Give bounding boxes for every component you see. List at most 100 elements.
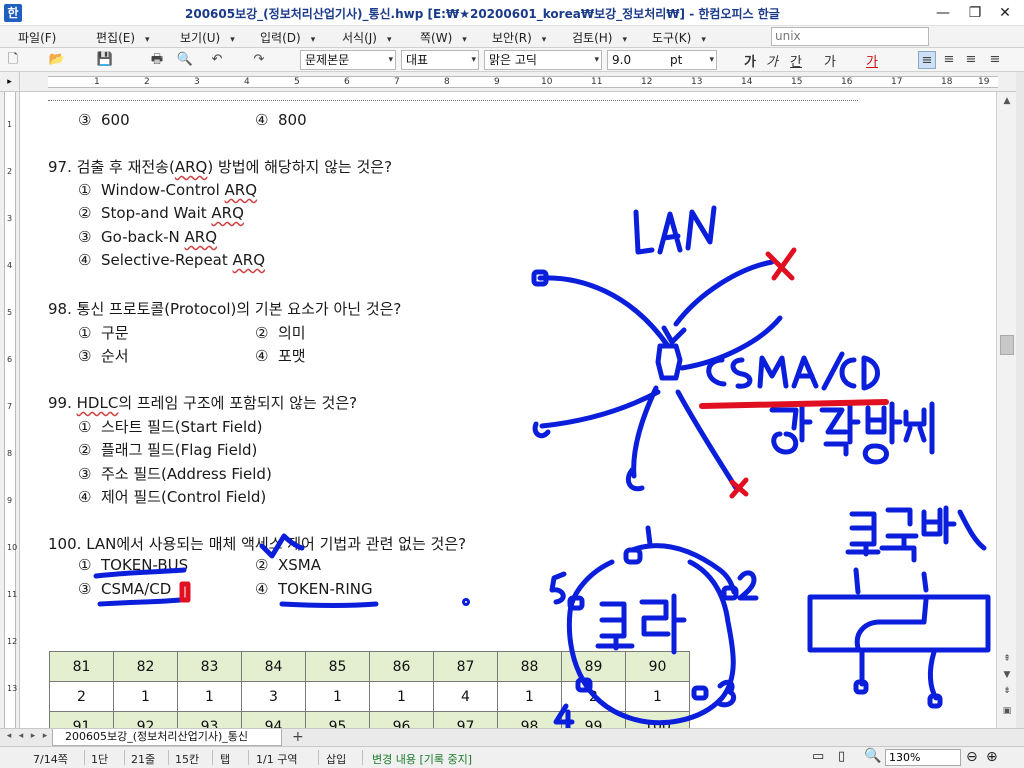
table-cell: 3 bbox=[241, 681, 306, 712]
ink-star-branch bbox=[679, 315, 783, 371]
tab-document[interactable]: 200605보강_(정보처리산업기사)_통신 bbox=[52, 729, 282, 746]
status-insert-mode[interactable]: 삽입 bbox=[326, 751, 346, 767]
menu-page-label: 쪽(W) bbox=[420, 31, 453, 45]
horizontal-ruler[interactable]: ▸ 1 2 3 4 5 6 7 8 9 10 11 12 13 14 15 16… bbox=[0, 72, 1024, 92]
status-section[interactable]: 1/1 구역 bbox=[256, 751, 297, 767]
status-tab[interactable]: 탭 bbox=[220, 751, 230, 767]
status-divider bbox=[168, 750, 169, 765]
minimize-button[interactable]: — bbox=[928, 2, 958, 24]
scroll-up-icon[interactable]: ▲ bbox=[999, 94, 1015, 108]
menu-security[interactable]: 보안(R) ▾ bbox=[492, 29, 546, 46]
ruler-mark: 5 bbox=[7, 308, 13, 317]
vertical-scrollbar[interactable]: ▲ ⇞ ▼ ⇟ ▣ bbox=[996, 92, 1016, 728]
new-document-icon[interactable]: 🗋 bbox=[4, 51, 22, 69]
q98-option-3: ③ 순서 bbox=[78, 345, 129, 366]
status-divider bbox=[212, 750, 213, 765]
align-justify-icon[interactable]: ≡ bbox=[918, 51, 936, 69]
table-cell: 1 bbox=[177, 681, 242, 712]
ruler-mark: 4 bbox=[7, 261, 13, 270]
redo-icon[interactable]: ↷ bbox=[250, 51, 268, 69]
font-size-select[interactable]: 9.0 pt ▾ bbox=[607, 50, 717, 70]
view-mode-icon[interactable]: ▣ bbox=[999, 704, 1015, 718]
style-select[interactable]: 문제본문 ▾ bbox=[300, 50, 396, 70]
option-text: 스타트 필드(Start Field) bbox=[101, 418, 263, 436]
menu-file[interactable]: 파일(F) bbox=[18, 29, 56, 46]
status-page[interactable]: 7/14쪽 bbox=[33, 751, 68, 767]
menu-view[interactable]: 보기(U) ▾ bbox=[180, 29, 235, 46]
chevron-down-icon: ▾ bbox=[594, 55, 599, 65]
page-up-icon[interactable]: ⇞ bbox=[999, 652, 1015, 666]
font-color-button[interactable]: 가 bbox=[862, 51, 882, 70]
page-top-divider bbox=[48, 100, 858, 101]
table-cell: 88 bbox=[497, 651, 562, 682]
scroll-thumb[interactable] bbox=[1000, 335, 1014, 355]
menu-review[interactable]: 검토(H) ▾ bbox=[572, 29, 627, 46]
chevron-down-icon: ▾ bbox=[386, 35, 392, 45]
q100-option-1: ① TOKEN-BUS bbox=[78, 556, 188, 574]
font-language-select[interactable]: 대표 ▾ bbox=[401, 50, 479, 70]
table-cell: 1 bbox=[625, 681, 690, 712]
table-cell: 1 bbox=[113, 681, 178, 712]
ink-ring-label bbox=[549, 571, 567, 605]
vertical-ruler[interactable]: 1 2 3 4 5 6 7 8 9 10 11 12 13 bbox=[0, 92, 20, 728]
undo-icon[interactable]: ↶ bbox=[208, 51, 226, 69]
menu-search-input[interactable]: unix bbox=[771, 27, 929, 46]
save-icon[interactable]: 💾 bbox=[96, 51, 114, 69]
hancom-app-icon[interactable]: 한 bbox=[4, 4, 22, 22]
align-center-icon[interactable]: ≡ bbox=[962, 51, 980, 69]
italic-button[interactable]: 가 bbox=[762, 51, 782, 70]
font-select[interactable]: 맑은 고딕 ▾ bbox=[484, 50, 602, 70]
table-cell: 92 bbox=[113, 711, 178, 728]
ink-cross-mark bbox=[765, 247, 797, 281]
ink-handwriting-token-ring bbox=[595, 593, 687, 655]
tab-last-icon[interactable]: ▸ bbox=[40, 731, 50, 741]
option-mark: ④ bbox=[78, 251, 92, 269]
zoom-out-icon[interactable]: ⊖ bbox=[966, 749, 978, 765]
maximize-button[interactable]: ❐ bbox=[960, 2, 990, 24]
menu-tools[interactable]: 도구(K) ▾ bbox=[652, 29, 706, 46]
align-right-icon[interactable]: ≡ bbox=[986, 51, 1004, 69]
ink-handwriting-lan bbox=[633, 205, 717, 255]
menu-format[interactable]: 서식(J) ▾ bbox=[342, 29, 392, 46]
tab-prev-icon[interactable]: ◂ bbox=[16, 731, 26, 741]
document-page[interactable]: ③ 600 ④ 800 97. 검출 후 재전송(ARQ) 방법에 해당하지 않… bbox=[20, 92, 996, 728]
page-down-icon[interactable]: ⇟ bbox=[999, 684, 1015, 698]
option-text: Go-back-N bbox=[101, 228, 185, 246]
ink-star-branch bbox=[631, 385, 659, 479]
option-text: TOKEN-BUS bbox=[101, 556, 189, 574]
menu-bar: 파일(F) 편집(E) ▾ 보기(U) ▾ 입력(D) ▾ 서식(J) ▾ 쪽(W) ▾ … bbox=[0, 26, 1024, 48]
zoom-select[interactable]: 130% bbox=[885, 749, 961, 766]
zoom-in-icon[interactable]: ⊕ bbox=[986, 749, 998, 765]
ink-underline-csma-cd bbox=[97, 597, 183, 607]
zoom-icon[interactable]: 🔍 bbox=[864, 748, 881, 764]
menu-insert[interactable]: 입력(D) ▾ bbox=[260, 29, 315, 46]
print-icon[interactable]: 🖶 bbox=[148, 51, 166, 69]
ink-ring-node bbox=[721, 585, 739, 601]
tab-next-icon[interactable]: ▸ bbox=[28, 731, 38, 741]
open-folder-icon[interactable]: 📂 bbox=[48, 51, 66, 69]
option-mark: ④ bbox=[255, 580, 269, 598]
add-tab-icon[interactable]: + bbox=[292, 729, 304, 746]
ruler-mark: 16 bbox=[841, 77, 853, 87]
view-icon[interactable]: ▯ bbox=[838, 749, 845, 764]
ruler-mark: 3 bbox=[7, 214, 13, 223]
align-left-icon[interactable]: ≡ bbox=[940, 51, 958, 69]
menu-page[interactable]: 쪽(W) ▾ bbox=[420, 29, 467, 46]
view-icon[interactable]: ▭ bbox=[812, 749, 824, 764]
question-text: 의 프레임 구조에 포함되지 않는 것은? bbox=[118, 394, 358, 412]
table-cell: 91 bbox=[49, 711, 114, 728]
status-divider bbox=[84, 750, 85, 765]
scroll-down-icon[interactable]: ▼ bbox=[999, 668, 1015, 682]
preview-icon[interactable]: 🔍 bbox=[176, 51, 194, 69]
status-track-changes[interactable]: 변경 내용 [기록 중지] bbox=[372, 751, 472, 767]
bold-button[interactable]: 가 bbox=[740, 51, 760, 70]
tab-first-icon[interactable]: ◂ bbox=[4, 731, 14, 741]
ruler-corner-icon[interactable]: ▸ bbox=[0, 72, 20, 92]
option-mark: ① bbox=[78, 418, 92, 436]
option-text: 구문 bbox=[101, 324, 129, 342]
menu-edit[interactable]: 편집(E) ▾ bbox=[96, 29, 150, 46]
ruler-mark: 3 bbox=[194, 77, 200, 87]
close-button[interactable]: ✕ bbox=[990, 2, 1020, 24]
underline-button[interactable]: 간 bbox=[786, 51, 806, 70]
strikethrough-button[interactable]: 가 bbox=[820, 51, 840, 70]
